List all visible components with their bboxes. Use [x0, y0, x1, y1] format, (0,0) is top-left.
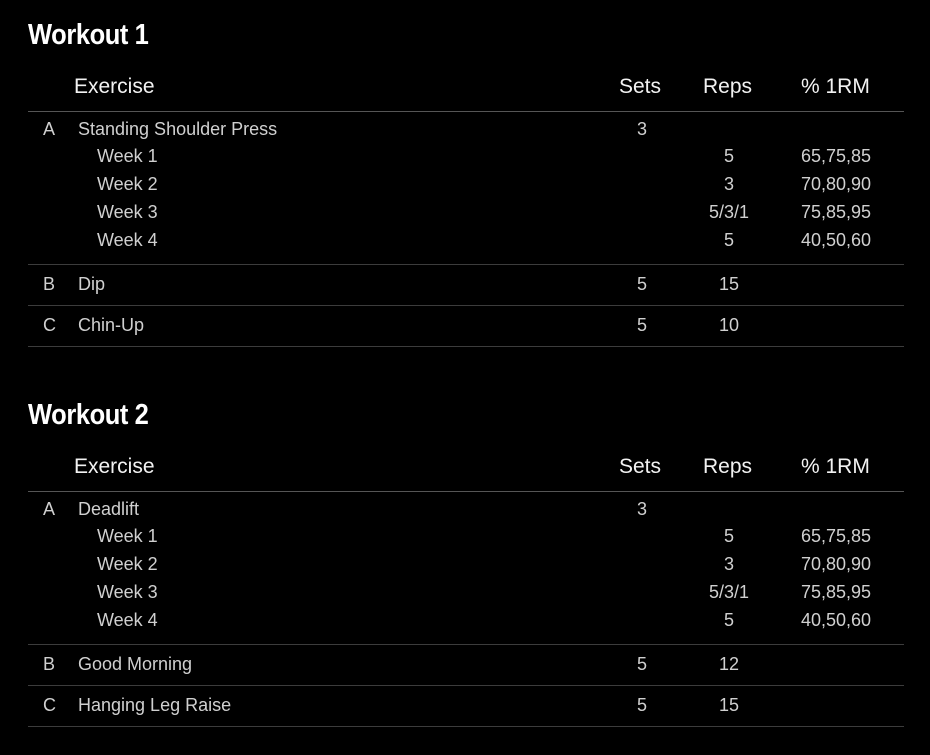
week-percent-1rm: 75,85,95 [801, 582, 872, 602]
exercise-row: C Chin-Up 5 10 [43, 315, 740, 335]
week-label: Week 2 [97, 174, 158, 194]
exercise-group: A Deadlift 3 Week 1 5 65,75,85 Week 2 3 … [28, 492, 904, 645]
header-sets: Sets [619, 455, 662, 478]
workout-section: Workout 2 Exercise Sets Reps % 1RM A Dea… [28, 397, 904, 727]
week-percent-1rm: 70,80,90 [801, 554, 872, 574]
week-label: Week 3 [97, 582, 158, 602]
exercise-group: C Chin-Up 5 10 [28, 306, 904, 347]
exercise-row: B Dip 5 15 [43, 274, 740, 294]
week-row: Week 3 5/3/1 75,85,95 [97, 202, 872, 222]
exercise-name: Dip [78, 274, 106, 294]
week-row: Week 2 3 70,80,90 [97, 554, 872, 574]
week-label: Week 1 [97, 526, 158, 546]
week-label: Week 1 [97, 146, 158, 166]
exercise-row: A Deadlift 3 [43, 499, 648, 519]
exercise-row: B Good Morning 5 12 [43, 654, 740, 674]
week-row: Week 1 5 65,75,85 [97, 146, 872, 166]
exercise-group: C Hanging Leg Raise 5 15 [28, 686, 904, 727]
workout-section: Workout 1 Exercise Sets Reps % 1RM A Sta… [28, 17, 904, 347]
exercise-letter: B [43, 654, 56, 674]
exercise-name: Standing Shoulder Press [78, 119, 278, 139]
exercise-name: Hanging Leg Raise [78, 695, 232, 715]
week-label: Week 4 [97, 230, 158, 250]
week-row: Week 2 3 70,80,90 [97, 174, 872, 194]
week-label: Week 2 [97, 554, 158, 574]
header-exercise: Exercise [74, 75, 155, 98]
table-header: Exercise Sets Reps % 1RM [28, 71, 904, 112]
week-percent-1rm: 65,75,85 [801, 526, 872, 546]
exercise-name: Chin-Up [78, 315, 145, 335]
week-percent-1rm: 40,50,60 [801, 610, 872, 630]
exercise-letter: A [43, 499, 56, 519]
week-percent-1rm: 40,50,60 [801, 230, 872, 250]
exercise-group: A Standing Shoulder Press 3 Week 1 5 65,… [28, 112, 904, 265]
week-row: Week 3 5/3/1 75,85,95 [97, 582, 872, 602]
exercise-group: B Good Morning 5 12 [28, 645, 904, 686]
header-exercise: Exercise [74, 455, 155, 478]
header-sets: Sets [619, 75, 662, 98]
week-label: Week 4 [97, 610, 158, 630]
week-label: Week 3 [97, 202, 158, 222]
week-percent-1rm: 70,80,90 [801, 174, 872, 194]
header-reps: Reps [703, 75, 753, 98]
exercise-group: B Dip 5 15 [28, 265, 904, 306]
week-row: Week 4 5 40,50,60 [97, 230, 872, 250]
exercise-letter: C [43, 695, 56, 715]
week-row: Week 4 5 40,50,60 [97, 610, 872, 630]
week-row: Week 1 5 65,75,85 [97, 526, 872, 546]
header-percent-1rm: % 1RM [801, 455, 870, 478]
week-percent-1rm: 65,75,85 [801, 146, 872, 166]
exercise-letter: A [43, 119, 56, 139]
exercise-name: Deadlift [78, 499, 140, 519]
workout-title: Workout 1 [28, 19, 149, 51]
exercise-name: Good Morning [78, 654, 193, 674]
exercise-letter: C [43, 315, 56, 335]
header-percent-1rm: % 1RM [801, 75, 870, 98]
header-reps: Reps [703, 455, 753, 478]
table-header: Exercise Sets Reps % 1RM [28, 451, 904, 492]
workout-title: Workout 2 [28, 399, 149, 431]
exercise-row: C Hanging Leg Raise 5 15 [43, 695, 740, 715]
exercise-letter: B [43, 274, 56, 294]
exercise-row: A Standing Shoulder Press 3 [43, 119, 648, 139]
week-percent-1rm: 75,85,95 [801, 202, 872, 222]
